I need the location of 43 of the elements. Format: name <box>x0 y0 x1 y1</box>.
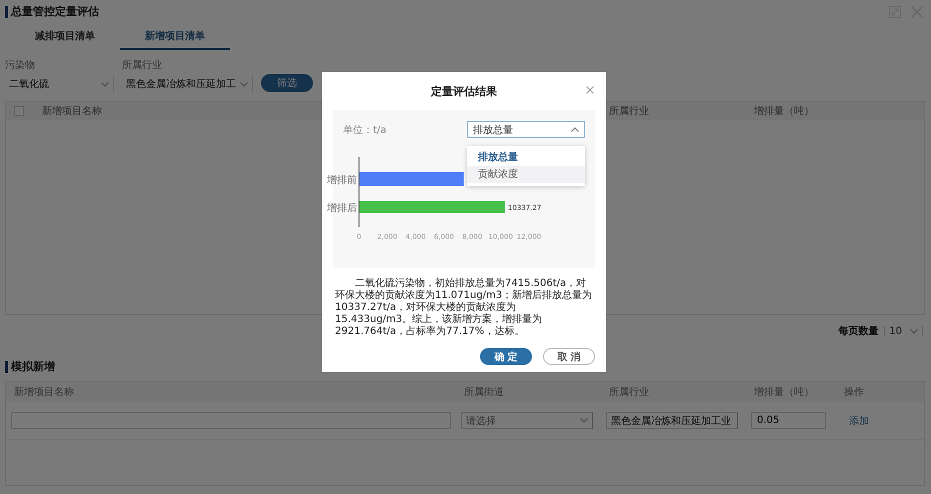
unit-label: 单位：t/a <box>343 124 386 136</box>
select-field[interactable]: 黑色金属冶炼和压延加工 <box>122 75 253 93</box>
chevron-icon <box>240 82 248 86</box>
chevron-icon <box>571 127 579 132</box>
menu-option[interactable]: 排放总量 <box>467 149 585 166</box>
tab[interactable]: 新增项目清单 <box>120 29 230 50</box>
page-size-label: 每页数量 <box>838 324 878 338</box>
summary-text: 二氧化硫污染物，初始排放总量为7415.506t/a，对环保大楼的贡献浓度为11.071ug/m3；新增后排放总量为10337.27t/a，对环保大楼的贡献浓度为15.433ug/m3。综上，该新增方案，增排量为2921.764t/a，占标率为77.17%，达标。 <box>335 278 593 338</box>
select-field[interactable]: 请选择 <box>461 412 593 429</box>
axis-label: 增排后 <box>327 203 357 214</box>
column-header: 所属行业 <box>608 386 650 399</box>
filter-label: 污染物 <box>5 58 36 72</box>
page-size-select[interactable]: 10 <box>884 326 923 336</box>
select-field[interactable]: 黑色金属冶炼和压延加工业 <box>606 412 738 429</box>
close-icon[interactable] <box>911 6 923 18</box>
column-header: 增排量（吨） <box>754 104 815 118</box>
chevron-icon <box>910 328 918 334</box>
dialog-title: 定量评估结果 <box>431 84 497 99</box>
filter-button[interactable]: 筛选 <box>261 74 313 92</box>
metric-select[interactable]: 排放总量 <box>467 121 585 138</box>
cancel-button[interactable]: 取 消 <box>543 348 595 365</box>
add-link[interactable]: 添加 <box>841 414 924 428</box>
input-field[interactable]: 0.05 <box>751 412 826 429</box>
chevron-icon <box>101 82 109 86</box>
axis-label: 增排前 <box>327 175 357 186</box>
tab[interactable]: 减排项目清单 <box>10 29 120 50</box>
column-header: 增排量（吨） <box>753 386 815 399</box>
column-header: 所属街道 <box>463 386 505 399</box>
axis-line <box>358 156 360 228</box>
checkbox[interactable] <box>14 106 24 116</box>
section-title: 模拟新增 <box>5 361 55 373</box>
menu-option[interactable]: 贡献浓度 <box>467 166 585 183</box>
filter-label: 所属行业 <box>122 58 163 72</box>
column-header: 所属行业 <box>609 104 650 118</box>
column-header: 操作 <box>843 386 865 399</box>
input-field[interactable] <box>11 412 451 429</box>
confirm-button[interactable]: 确 定 <box>480 348 532 365</box>
column-header: 新增项目名称 <box>13 386 75 399</box>
chevron-icon <box>580 418 588 423</box>
select-field[interactable]: 二氧化硫 <box>5 75 114 93</box>
window-title: 总量管控定量评估 <box>5 6 99 18</box>
close-icon[interactable] <box>586 86 594 94</box>
column-header: 新增项目名称 <box>42 104 103 118</box>
